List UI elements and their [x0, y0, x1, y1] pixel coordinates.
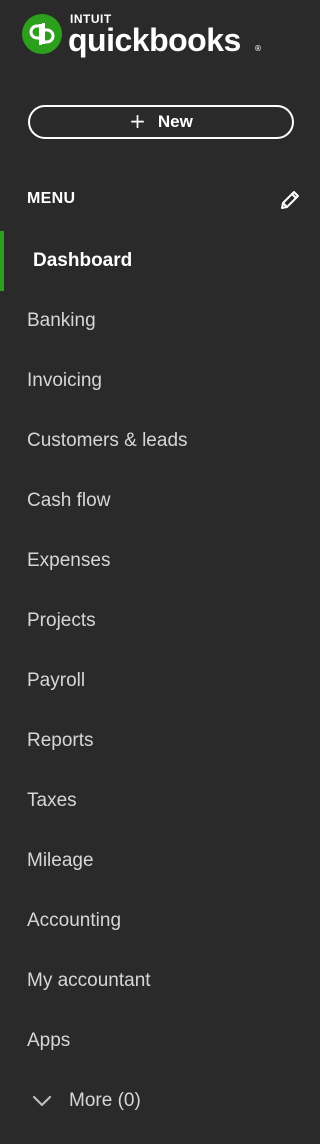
registered-mark: ® [254, 44, 262, 53]
more-toggle[interactable]: More (0) [0, 1071, 315, 1131]
new-button[interactable]: + New [28, 105, 294, 139]
quickbooks-wordmark: quickbooks [68, 22, 241, 58]
nav-item-invoicing[interactable]: Invoicing [0, 351, 315, 411]
new-button-label: New [157, 112, 193, 131]
nav-item-reports[interactable]: Reports [0, 711, 315, 771]
quickbooks-logo[interactable]: INTUIT quickbooks ® [22, 12, 282, 62]
nav-item-taxes[interactable]: Taxes [0, 771, 315, 831]
menu-title: MENU [27, 190, 76, 207]
nav-item-projects[interactable]: Projects [0, 591, 315, 651]
nav-item-banking[interactable]: Banking [0, 291, 315, 351]
nav-item-cash-flow[interactable]: Cash flow [0, 471, 315, 531]
nav-item-dashboard[interactable]: Dashboard [0, 231, 315, 291]
nav-item-accounting[interactable]: Accounting [0, 891, 315, 951]
nav-item-apps[interactable]: Apps [0, 1011, 315, 1071]
pencil-icon[interactable] [278, 188, 302, 212]
nav-item-payroll[interactable]: Payroll [0, 651, 315, 711]
nav-item-expenses[interactable]: Expenses [0, 531, 315, 591]
chevron-down-icon [32, 1095, 52, 1107]
sidebar: INTUIT quickbooks ® + New MENU Dashboard… [0, 0, 315, 1144]
nav-item-mileage[interactable]: Mileage [0, 831, 315, 891]
more-label: More (0) [69, 1090, 141, 1111]
nav-item-my-accountant[interactable]: My accountant [0, 951, 315, 1011]
quickbooks-logo-icon [22, 14, 62, 54]
nav-item-customers-leads[interactable]: Customers & leads [0, 411, 315, 471]
main-nav: Dashboard Banking Invoicing Customers & … [0, 231, 315, 1071]
plus-icon: + [129, 109, 146, 133]
